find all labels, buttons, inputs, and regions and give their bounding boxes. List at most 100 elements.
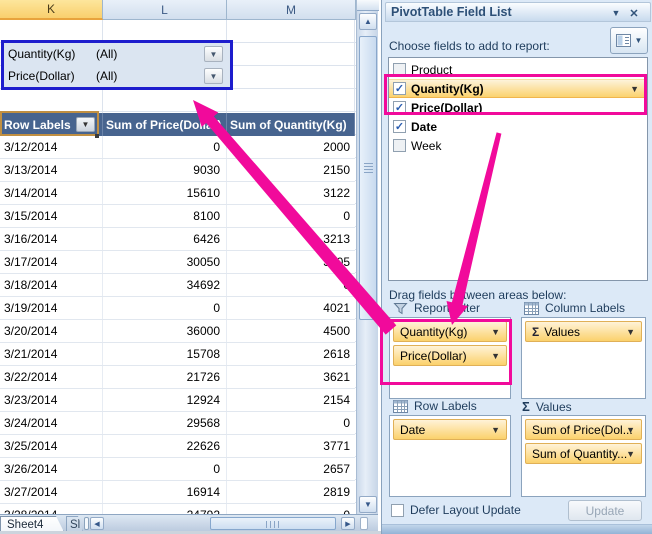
update-button[interactable]: Update xyxy=(568,500,642,521)
price-cell[interactable]: 30050 xyxy=(103,251,227,273)
quantity-cell[interactable]: 3122 xyxy=(227,182,355,204)
quantity-cell[interactable]: 3005 xyxy=(227,251,355,273)
sum-quantity-header[interactable]: Sum of Quantity(Kg) xyxy=(227,113,355,136)
sheet-tab-sheet4[interactable]: Sheet4 xyxy=(0,516,64,532)
report-filter-area[interactable]: Quantity(Kg)▼ Price(Dollar)▼ xyxy=(389,317,511,399)
price-cell[interactable]: 15610 xyxy=(103,182,227,204)
pane-title-bar[interactable]: PivotTable Field List ▼ ✕ xyxy=(385,2,651,22)
quantity-cell[interactable]: 2657 xyxy=(227,458,355,480)
field-item-week[interactable]: Week xyxy=(389,136,647,155)
close-button[interactable]: ✕ xyxy=(626,6,642,20)
date-cell[interactable]: 3/12/2014 xyxy=(0,136,103,158)
quantity-cell[interactable]: 3621 xyxy=(227,366,355,388)
date-cell[interactable]: 3/15/2014 xyxy=(0,205,103,227)
area-field-button-sum-of-price-dol-[interactable]: Sum of Price(Dol...▼ xyxy=(525,419,642,440)
date-cell[interactable]: 3/13/2014 xyxy=(0,159,103,181)
date-cell[interactable]: 3/27/2014 xyxy=(0,481,103,503)
field-checkbox[interactable] xyxy=(393,63,406,76)
quantity-cell[interactable]: 3213 xyxy=(227,228,355,250)
chevron-down-icon[interactable]: ▼ xyxy=(491,351,500,361)
price-cell[interactable]: 22626 xyxy=(103,435,227,457)
date-cell[interactable]: 3/17/2014 xyxy=(0,251,103,273)
date-cell[interactable]: 3/21/2014 xyxy=(0,343,103,365)
price-cell[interactable]: 6426 xyxy=(103,228,227,250)
area-field-button-sum-of-quantity-[interactable]: Sum of Quantity...▼ xyxy=(525,443,642,464)
scroll-left-button[interactable]: ◀ xyxy=(90,517,104,530)
field-list-layout-button[interactable]: ▼ xyxy=(610,27,648,54)
chevron-down-icon[interactable]: ▼ xyxy=(626,425,635,435)
quantity-cell[interactable]: 2819 xyxy=(227,481,355,503)
price-cell[interactable]: 0 xyxy=(103,297,227,319)
date-cell[interactable]: 3/25/2014 xyxy=(0,435,103,457)
pane-menu-button[interactable]: ▼ xyxy=(608,6,624,20)
price-cell[interactable]: 15708 xyxy=(103,343,227,365)
date-cell[interactable]: 3/18/2014 xyxy=(0,274,103,296)
vertical-scroll-thumb[interactable] xyxy=(359,36,377,320)
quantity-cell[interactable]: 2154 xyxy=(227,389,355,411)
field-checkbox[interactable]: ✓ xyxy=(393,101,406,114)
date-cell[interactable]: 3/20/2014 xyxy=(0,320,103,342)
column-header-l[interactable]: L xyxy=(103,0,227,20)
row-labels-area[interactable]: Date▼ xyxy=(389,415,511,497)
price-cell[interactable]: 29568 xyxy=(103,412,227,434)
area-field-button-values[interactable]: ΣValues▼ xyxy=(525,321,642,342)
date-cell[interactable]: 3/14/2014 xyxy=(0,182,103,204)
field-item-quantity-kg-[interactable]: ✓Quantity(Kg)▼ xyxy=(389,79,647,98)
chevron-down-icon[interactable]: ▼ xyxy=(626,327,635,337)
quantity-cell[interactable]: 2618 xyxy=(227,343,355,365)
price-cell[interactable]: 8100 xyxy=(103,205,227,227)
area-field-button-price-dollar-[interactable]: Price(Dollar)▼ xyxy=(393,345,507,366)
horizontal-scroll-thumb[interactable] xyxy=(210,517,336,530)
sum-price-header[interactable]: Sum of Price(Dollar) xyxy=(103,113,227,136)
column-header-k[interactable]: K xyxy=(0,0,103,20)
quantity-cell[interactable]: 2000 xyxy=(227,136,355,158)
price-cell[interactable]: 16914 xyxy=(103,481,227,503)
chevron-down-icon[interactable]: ▼ xyxy=(491,425,500,435)
quantity-cell[interactable]: 0 xyxy=(227,274,355,296)
date-cell[interactable]: 3/24/2014 xyxy=(0,412,103,434)
quantity-cell[interactable]: 3771 xyxy=(227,435,355,457)
quantity-cell[interactable]: 4500 xyxy=(227,320,355,342)
field-item-product[interactable]: Product xyxy=(389,60,647,79)
chevron-down-icon[interactable]: ▼ xyxy=(630,84,639,94)
split-handle[interactable] xyxy=(357,0,379,11)
date-cell[interactable]: 3/22/2014 xyxy=(0,366,103,388)
area-field-button-quantity-kg-[interactable]: Quantity(Kg)▼ xyxy=(393,321,507,342)
price-cell[interactable]: 0 xyxy=(103,458,227,480)
defer-checkbox[interactable] xyxy=(391,504,404,517)
quantity-cell[interactable]: 2150 xyxy=(227,159,355,181)
price-cell[interactable]: 36000 xyxy=(103,320,227,342)
field-item-date[interactable]: ✓Date xyxy=(389,117,647,136)
column-header-m[interactable]: M xyxy=(227,0,356,20)
field-checkbox[interactable]: ✓ xyxy=(393,120,406,133)
column-labels-area[interactable]: ΣValues▼ xyxy=(521,317,646,399)
price-cell[interactable]: 34692 xyxy=(103,274,227,296)
field-checkbox[interactable]: ✓ xyxy=(393,82,406,95)
chevron-down-icon[interactable]: ▼ xyxy=(626,449,635,459)
tab-split-handle[interactable] xyxy=(84,517,89,530)
date-cell[interactable]: 3/26/2014 xyxy=(0,458,103,480)
fill-handle[interactable] xyxy=(95,134,99,138)
chevron-down-icon[interactable]: ▼ xyxy=(491,327,500,337)
date-cell[interactable]: 3/19/2014 xyxy=(0,297,103,319)
price-cell[interactable]: 21726 xyxy=(103,366,227,388)
scroll-right-button[interactable]: ▶ xyxy=(341,517,355,530)
quantity-cell[interactable]: 4021 xyxy=(227,297,355,319)
sheet-tab-next[interactable]: Sl xyxy=(66,516,83,532)
date-cell[interactable]: 3/16/2014 xyxy=(0,228,103,250)
values-area[interactable]: Sum of Price(Dol...▼ Sum of Quantity...▼ xyxy=(521,415,646,497)
price-cell[interactable]: 0 xyxy=(103,136,227,158)
field-checkbox[interactable] xyxy=(393,139,406,152)
field-item-price-dollar-[interactable]: ✓Price(Dollar) xyxy=(389,98,647,117)
filter-dropdown-button[interactable]: ▼ xyxy=(204,46,223,62)
vertical-scrollbar[interactable]: ▲ ▼ xyxy=(356,0,378,514)
scroll-down-button[interactable]: ▼ xyxy=(359,496,377,513)
quantity-cell[interactable]: 0 xyxy=(227,412,355,434)
quantity-cell[interactable]: 0 xyxy=(227,205,355,227)
scroll-up-button[interactable]: ▲ xyxy=(359,13,377,30)
filter-dropdown-button[interactable]: ▼ xyxy=(204,68,223,84)
area-field-button-date[interactable]: Date▼ xyxy=(393,419,507,440)
price-cell[interactable]: 9030 xyxy=(103,159,227,181)
date-cell[interactable]: 3/23/2014 xyxy=(0,389,103,411)
price-cell[interactable]: 12924 xyxy=(103,389,227,411)
